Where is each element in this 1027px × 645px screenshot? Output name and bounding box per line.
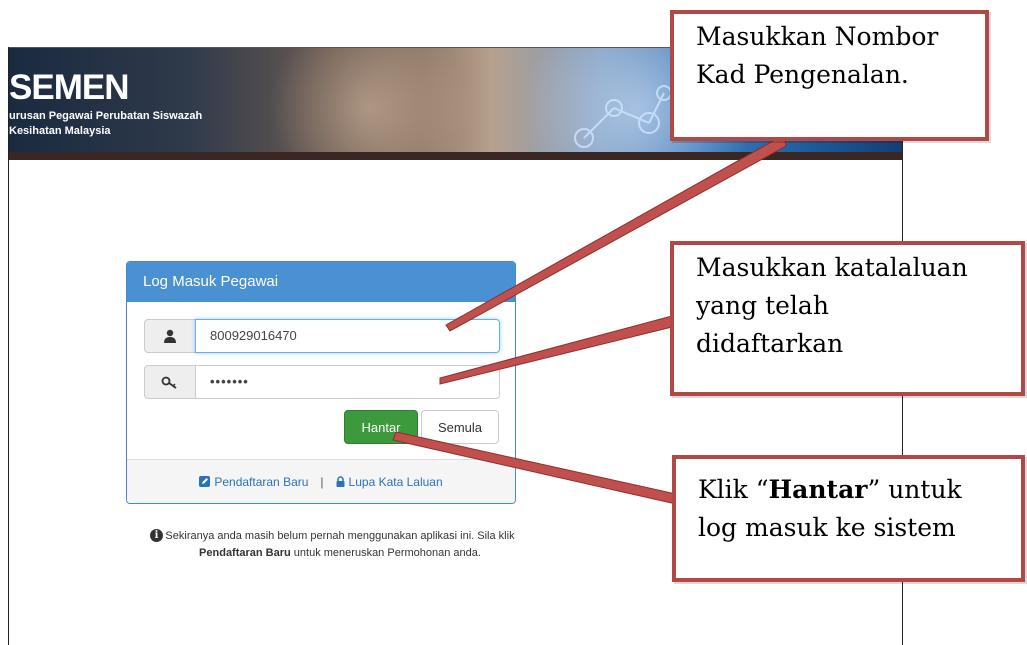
callout-line: Kad Pengenalan. (696, 60, 909, 89)
annotation-arrow-submit (392, 431, 677, 505)
callout-line: Klik “Hantar” untuk (698, 475, 962, 504)
callout-submit: Klik “Hantar” untuk log masuk ke sistem (672, 455, 1025, 582)
callout-line: didaftarkan (696, 329, 844, 358)
callout-line: log masuk ke sistem (698, 513, 956, 542)
callout-ic-number: Masukkan Nombor Kad Pengenalan. (670, 10, 989, 141)
callout-password: Masukkan katalaluan yang telah didaftark… (670, 241, 1025, 396)
callout-bold: Hantar (768, 475, 868, 504)
annotation-arrow-password (439, 315, 677, 385)
callout-line: Masukkan katalaluan (696, 253, 968, 282)
callout-line: Masukkan Nombor (696, 22, 939, 51)
callout-line: yang telah (696, 291, 829, 320)
